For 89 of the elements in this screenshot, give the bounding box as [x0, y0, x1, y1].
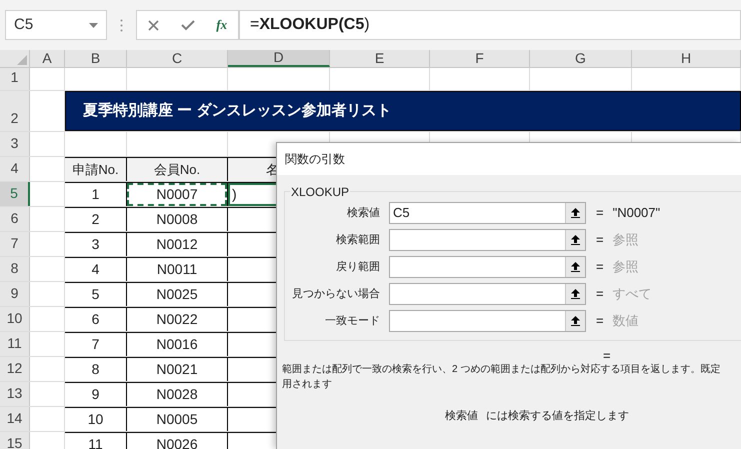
argument-result: 参照 — [612, 231, 639, 250]
argument-result: "N0007" — [612, 204, 660, 222]
insert-function-button[interactable]: fx — [216, 15, 228, 35]
argument-result: 数値 — [612, 312, 639, 330]
table-cell-text: N0011 — [156, 260, 198, 279]
up-arrow-icon — [571, 208, 580, 218]
argument-label: 検索値 — [347, 206, 380, 221]
table-cell-text: 8 — [92, 360, 100, 379]
table-cell-text: N0025 — [156, 285, 198, 304]
argument-input[interactable] — [389, 229, 586, 251]
row-header[interactable]: 12 — [0, 357, 30, 381]
column-header[interactable]: D — [228, 50, 330, 67]
more-icon — [120, 18, 123, 32]
column-header[interactable]: H — [632, 50, 741, 67]
caret-icon — [89, 22, 98, 28]
table-cell-text: N0008 — [156, 210, 198, 229]
table-cell-text: N0022 — [156, 310, 198, 329]
argument-result: すべて — [612, 285, 652, 304]
row-header[interactable]: 13 — [0, 382, 30, 406]
table-cell-text: 3 — [92, 235, 100, 254]
table-header-cell: 会員No. — [127, 157, 228, 181]
up-arrow-icon — [571, 289, 580, 299]
table-cell-text: N0007 — [156, 185, 198, 204]
table-cell-text: ) — [232, 185, 237, 204]
row-header[interactable]: 5 — [0, 182, 30, 206]
row-header[interactable]: 4 — [0, 157, 30, 181]
table-cell-text: 11 — [88, 435, 103, 449]
row-header[interactable]: 8 — [0, 257, 30, 281]
formula-input[interactable]: =XLOOKUP(C5) — [239, 10, 741, 40]
row-header[interactable]: 1 — [0, 68, 30, 90]
row-header[interactable]: 15 — [0, 432, 30, 449]
equals-sign: = — [596, 285, 604, 304]
collapse-button[interactable] — [565, 311, 585, 331]
argument-input[interactable] — [389, 310, 586, 332]
column-header[interactable]: F — [430, 50, 530, 67]
table-cell-text: N0021 — [156, 360, 198, 379]
function-description: 範囲または配列で一致の検索を行い、2 つめの範囲または配列から対応する項目を返します。既定 用されます — [282, 362, 722, 392]
column-header[interactable]: E — [330, 50, 430, 67]
collapse-button[interactable] — [565, 257, 585, 277]
up-arrow-icon — [571, 262, 580, 272]
cancel-icon[interactable] — [148, 20, 159, 30]
argument-input[interactable] — [389, 283, 586, 305]
row-header[interactable]: 7 — [0, 232, 30, 256]
table-cell-text: N0028 — [156, 385, 198, 404]
enter-icon[interactable] — [180, 20, 195, 30]
equals-sign: = — [596, 204, 604, 222]
row-header[interactable]: 9 — [0, 282, 30, 306]
argument-result: 参照 — [612, 258, 639, 276]
table-cell-text: N0012 — [156, 235, 198, 254]
row-header[interactable]: 6 — [0, 207, 30, 231]
table-cell-text: 9 — [92, 385, 100, 404]
up-arrow-icon — [571, 316, 580, 326]
table-cell-text: 5 — [92, 285, 100, 304]
equals-sign: = — [596, 258, 604, 276]
argument-label: 戻り範囲 — [336, 260, 380, 275]
table-cell-text: 2 — [92, 210, 100, 229]
collapse-button[interactable] — [565, 203, 585, 223]
argument-name: 検索値 — [445, 408, 478, 424]
table-cell-text: 6 — [92, 310, 100, 329]
table-cell-text: 10 — [88, 410, 104, 429]
column-header[interactable]: A — [30, 50, 65, 67]
argument-help: には検索する値を指定します — [486, 408, 629, 424]
table-header-cell: 申請No. — [65, 157, 127, 181]
collapse-button[interactable] — [565, 284, 585, 304]
name-box[interactable]: C5 — [5, 10, 107, 40]
column-header[interactable]: B — [65, 50, 127, 67]
argument-label: 検索範囲 — [336, 232, 380, 248]
column-header[interactable]: G — [530, 50, 632, 67]
table-cell-text: N0005 — [156, 410, 198, 429]
row-header[interactable]: 3 — [0, 132, 30, 156]
argument-label: 見つからない場合 — [292, 286, 380, 302]
row-header[interactable]: 14 — [0, 407, 30, 431]
equals-sign: = — [596, 231, 604, 250]
argument-label: 一致モード — [325, 314, 380, 329]
table-cell-text: 1 — [92, 185, 100, 204]
up-arrow-icon — [571, 235, 580, 245]
argument-input[interactable] — [389, 256, 586, 278]
argument-input[interactable]: C5 — [389, 202, 586, 224]
table-cell-text: N0026 — [156, 435, 198, 449]
formula-result: = — [603, 348, 611, 363]
table-cell-text: 7 — [92, 335, 100, 354]
row-header[interactable]: 2 — [0, 91, 30, 131]
table-cell-text: N0016 — [156, 335, 198, 354]
title-banner: 夏季特別講座 ー ダンスレッスン参加者リスト — [65, 91, 741, 131]
equals-sign: = — [596, 312, 604, 330]
row-header[interactable]: 11 — [0, 332, 30, 356]
collapse-button[interactable] — [565, 230, 585, 250]
row-header[interactable]: 10 — [0, 307, 30, 331]
table-cell-text: 4 — [92, 260, 100, 279]
